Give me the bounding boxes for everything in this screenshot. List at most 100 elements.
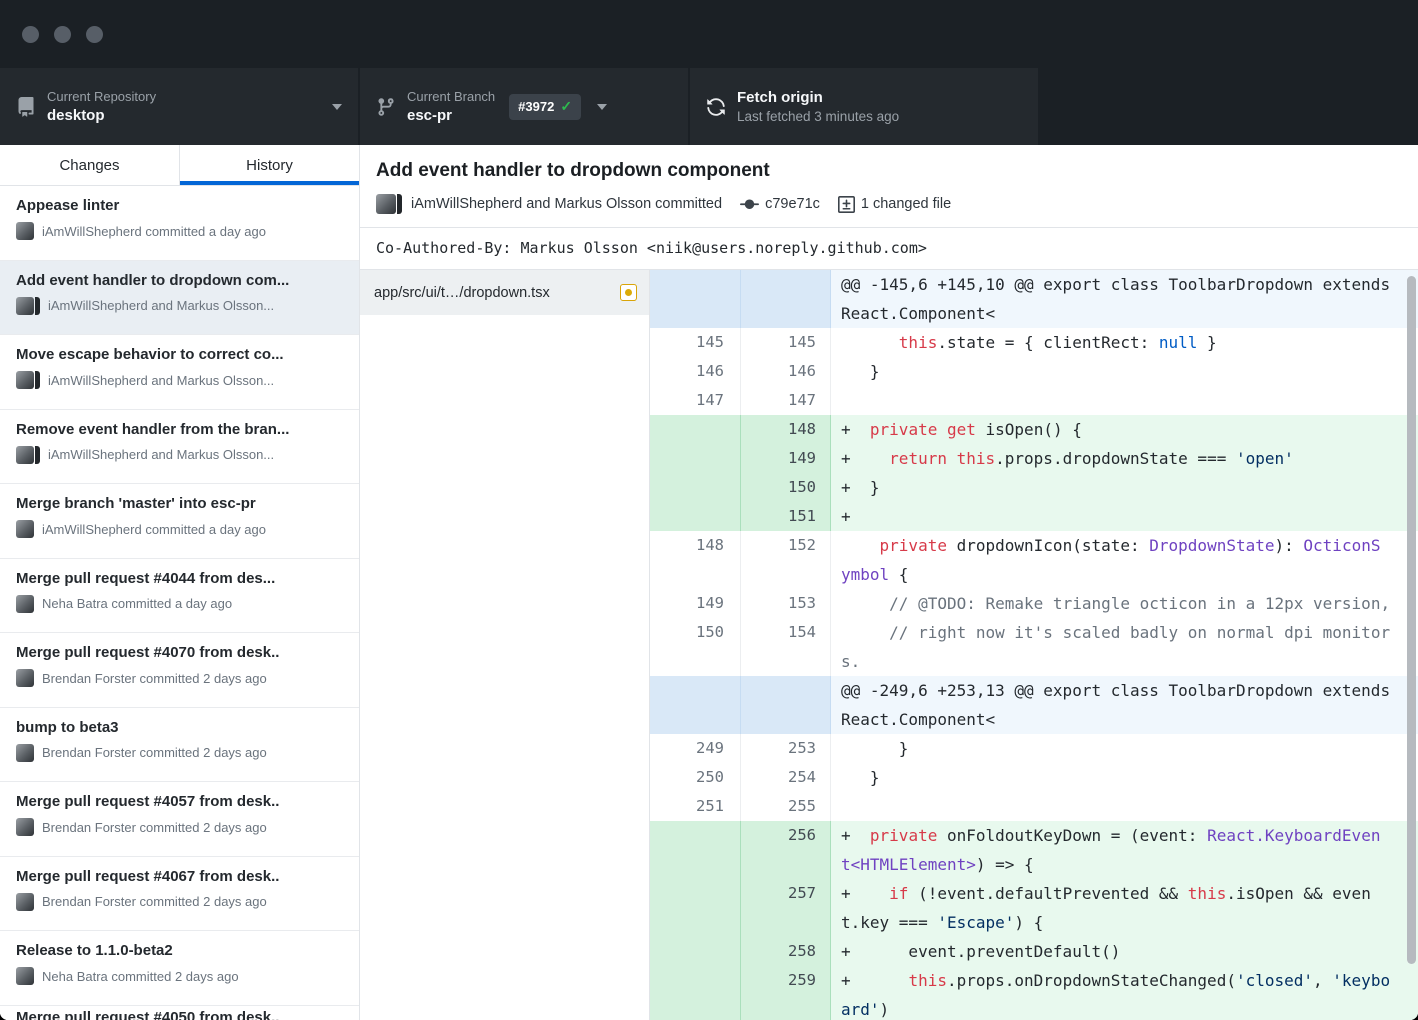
old-line-number: 147 <box>650 386 741 415</box>
old-line-number <box>650 502 741 531</box>
commit-list-item[interactable]: Add event handler to dropdown com... iAmW… <box>0 261 359 336</box>
repository-picker-button[interactable]: Current Repository desktop <box>0 68 358 145</box>
avatar <box>16 595 34 613</box>
tab-changes[interactable]: Changes <box>0 145 179 185</box>
diff-code-line: } <box>831 734 1418 763</box>
diff-rows: @@ -145,6 +145,10 @@ export class Toolba… <box>650 270 1418 1020</box>
commit-list-item[interactable]: Merge pull request #4067 from desk.. Bren… <box>0 857 359 932</box>
new-line-number: 148 <box>741 415 831 444</box>
commit-list-item[interactable]: Merge pull request #4044 from des...Neha… <box>0 559 359 634</box>
commit-item-meta: Neha Batra committed 2 days ago <box>16 967 343 985</box>
branch-picker-button[interactable]: Current Branch esc-pr #3972 ✓ <box>360 68 688 145</box>
new-line-number: 152 <box>741 531 831 589</box>
chevron-down-icon <box>597 104 607 110</box>
changed-files-group: 1 changed file <box>838 196 951 213</box>
commit-item-meta: iAmWillShepherd and Markus Olsson... <box>16 371 343 389</box>
commit-item-author: iAmWillShepherd and Markus Olsson... <box>48 298 274 313</box>
commit-item-title: Add event handler to dropdown com... <box>16 272 343 289</box>
new-line-number <box>741 676 831 734</box>
old-line-number <box>650 879 741 937</box>
fetch-origin-button[interactable]: Fetch origin Last fetched 3 minutes ago <box>690 68 1038 145</box>
diff-code-line: // @TODO: Remake triangle octicon in a 1… <box>831 589 1418 618</box>
commit-item-author: Brendan Forster committed 2 days ago <box>42 894 267 909</box>
avatar <box>16 893 34 911</box>
commit-meta: iAmWillShepherd and Markus Olsson commit… <box>376 194 1402 214</box>
avatar <box>35 446 40 464</box>
minimize-button[interactable] <box>54 26 71 43</box>
diff-row: 149+ return this.props.dropdownState ===… <box>650 444 1418 473</box>
commit-item-author: Neha Batra committed a day ago <box>42 596 232 611</box>
avatar <box>16 669 34 687</box>
avatar <box>16 297 34 315</box>
git-commit-icon <box>740 195 759 214</box>
diff-row: 259+ this.props.onDropdownStateChanged('… <box>650 966 1418 1020</box>
commit-list-item[interactable]: Remove event handler from the bran...iAm… <box>0 410 359 485</box>
commit-list-item[interactable]: Move escape behavior to correct co...iAm… <box>0 335 359 410</box>
avatar <box>16 222 34 240</box>
commit-item-title: bump to beta3 <box>16 719 343 736</box>
commit-item-author: Brendan Forster committed 2 days ago <box>42 671 267 686</box>
app-window: Current Repository desktop Current Branc… <box>0 0 1418 1020</box>
commit-list-item[interactable]: Merge pull request #4070 from desk..Bren… <box>0 633 359 708</box>
old-line-number <box>650 415 741 444</box>
avatar <box>376 194 396 214</box>
maximize-button[interactable] <box>86 26 103 43</box>
commit-item-title: Remove event handler from the bran... <box>16 421 343 438</box>
old-line-number <box>650 444 741 473</box>
commit-item-author: Neha Batra committed 2 days ago <box>42 969 239 984</box>
commit-item-title: Appease linter <box>16 197 343 214</box>
diff-row: 250254 } <box>650 763 1418 792</box>
new-line-number: 154 <box>741 618 831 676</box>
tab-history[interactable]: History <box>179 145 359 185</box>
diff-code-line: + } <box>831 473 1418 502</box>
repository-label: Current Repository <box>47 89 156 104</box>
fetch-subtitle: Last fetched 3 minutes ago <box>737 109 899 124</box>
diff-row: 147147 <box>650 386 1418 415</box>
diff-scrollbar[interactable] <box>1407 276 1416 964</box>
commit-item-title: Merge pull request #4067 from desk.. <box>16 868 343 885</box>
diff-row: 151+ <box>650 502 1418 531</box>
commit-list-item[interactable]: Merge branch 'master' into esc-priAmWill… <box>0 484 359 559</box>
commit-sha-group: c79e71c <box>740 195 820 214</box>
new-line-number: 146 <box>741 357 831 386</box>
commit-item-meta: Brendan Forster committed 2 days ago <box>16 818 343 836</box>
commit-list-item[interactable]: Appease linter iAmWillShepherd committed … <box>0 186 359 261</box>
sync-icon <box>706 97 726 117</box>
diff-code-line: + return this.props.dropdownState === 'o… <box>831 444 1418 473</box>
diff-row: 150+ } <box>650 473 1418 502</box>
file-path: app/src/ui/t…/dropdown.tsx <box>374 285 612 301</box>
file-list-item[interactable]: app/src/ui/t…/dropdown.tsx <box>360 270 649 315</box>
window-titlebar <box>0 0 1418 68</box>
new-line-number: 259 <box>741 966 831 1020</box>
diff-row: 148152 private dropdownIcon(state: Dropd… <box>650 531 1418 589</box>
diff-code-line: // right now it's scaled badly on normal… <box>831 618 1418 676</box>
diff-code-line <box>831 386 1418 415</box>
diff-row: 256+ private onFoldoutKeyDown = (event: … <box>650 821 1418 879</box>
old-line-number <box>650 966 741 1020</box>
diff-row: 145145 this.state = { clientRect: null } <box>650 328 1418 357</box>
commit-item-meta: iAmWillShepherd committed a day ago <box>16 222 343 240</box>
avatar <box>16 818 34 836</box>
commit-item-title: Release to 1.1.0-beta2 <box>16 942 343 959</box>
changed-file-list: app/src/ui/t…/dropdown.tsx <box>360 270 650 1020</box>
pr-number: #3972 <box>518 99 554 114</box>
close-button[interactable] <box>22 26 39 43</box>
pr-number-badge: #3972 ✓ <box>509 94 581 120</box>
commit-header: Add event handler to dropdown component … <box>360 145 1418 228</box>
avatar <box>35 297 40 315</box>
new-line-number: 258 <box>741 937 831 966</box>
diff-code-line <box>831 792 1418 821</box>
diff-code-line: } <box>831 357 1418 386</box>
old-line-number: 145 <box>650 328 741 357</box>
commit-list-item[interactable]: Merge pull request #4057 from desk..Bren… <box>0 782 359 857</box>
commit-list-item[interactable]: Release to 1.1.0-beta2 Neha Batra committ… <box>0 931 359 1006</box>
old-line-number <box>650 821 741 879</box>
commit-item-meta: Brendan Forster committed 2 days ago <box>16 893 343 911</box>
commit-list-item[interactable]: bump to beta3Brendan Forster committed 2… <box>0 708 359 783</box>
commit-list-item[interactable]: Merge pull request #4050 from desk.. <box>0 1006 359 1020</box>
sidebar-tabs: Changes History <box>0 145 359 186</box>
diff-row: 257+ if (!event.defaultPrevented && this… <box>650 879 1418 937</box>
diff-code-line: + private get isOpen() { <box>831 415 1418 444</box>
git-branch-icon <box>376 97 396 117</box>
commit-item-author: iAmWillShepherd and Markus Olsson... <box>48 373 274 388</box>
